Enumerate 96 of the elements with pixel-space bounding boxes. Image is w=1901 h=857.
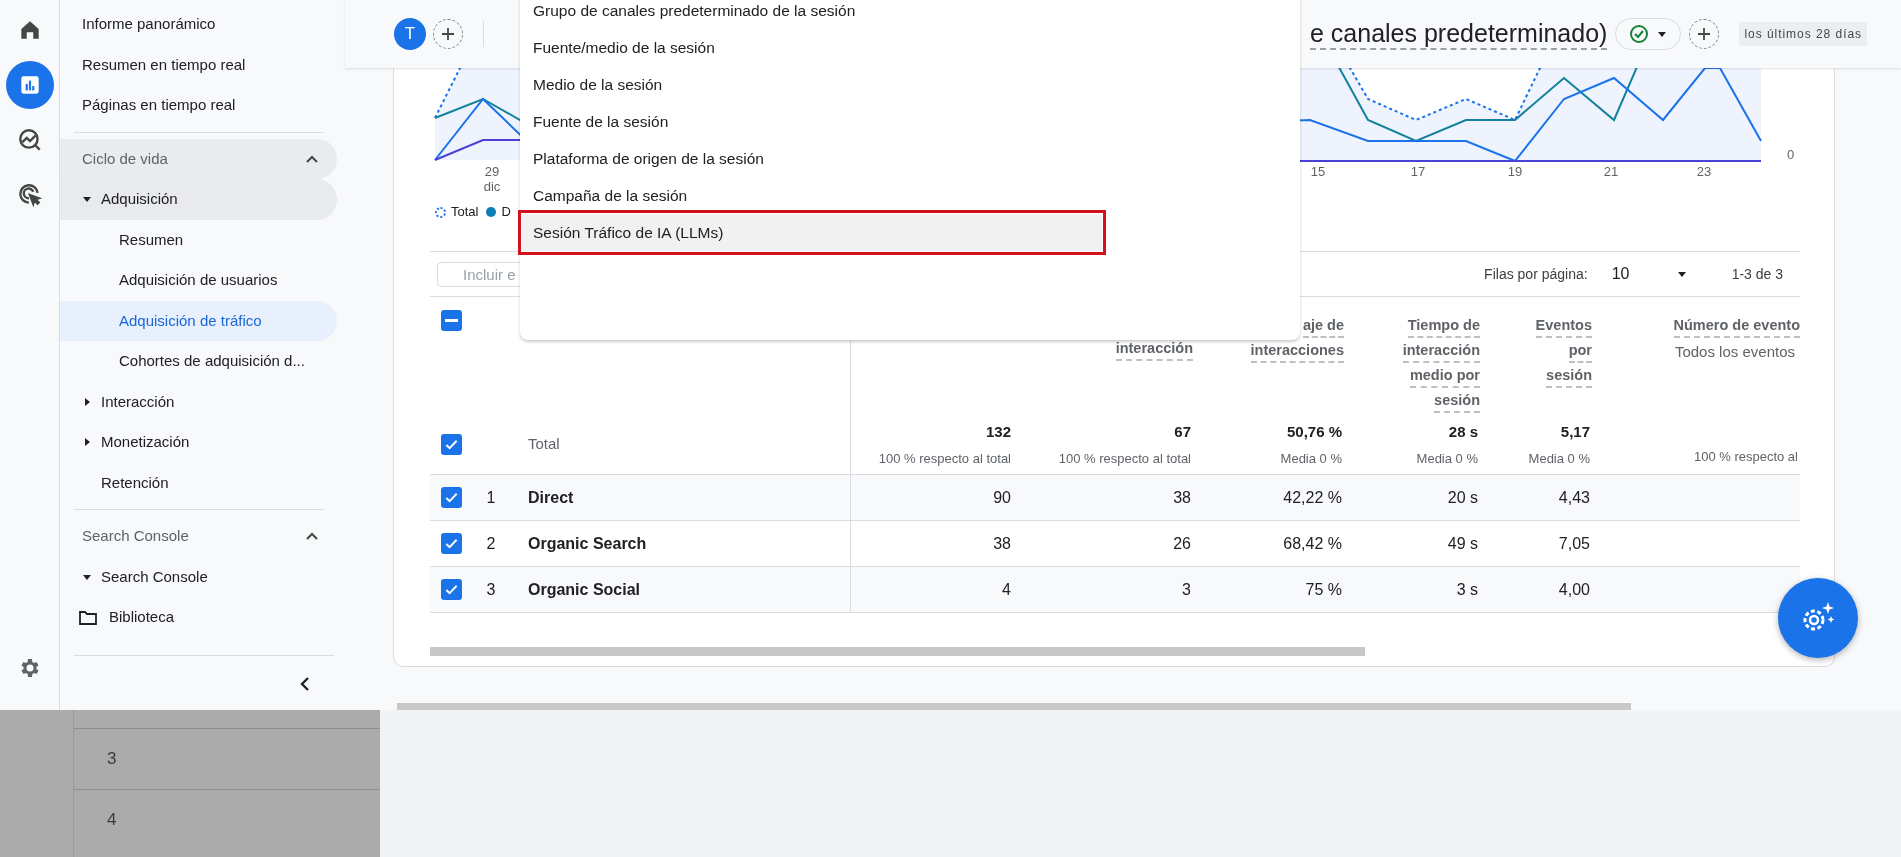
status-menu-button[interactable] xyxy=(1615,18,1682,50)
axis-label: 0 xyxy=(1787,145,1795,164)
folder-icon xyxy=(79,609,97,625)
table-cell-text: 3 s xyxy=(1456,579,1478,600)
table-cell-text: 38 xyxy=(993,533,1011,554)
dropdown-option[interactable]: Campaña de la sesión xyxy=(522,177,1102,214)
target-cursor-icon xyxy=(16,182,43,208)
table-cell-text: 49 s xyxy=(1447,533,1478,554)
column-header[interactable]: Tiempo de interacción medio por sesión xyxy=(1402,315,1480,415)
total-label: Total xyxy=(528,434,560,455)
table-cell-text: 75 % xyxy=(1305,579,1342,600)
nav-item[interactable]: Adquisición de usuarios xyxy=(60,260,337,301)
nav-item[interactable]: Retención xyxy=(60,462,337,503)
axis-label: 29 xyxy=(484,164,500,179)
table-cell-text: 4 xyxy=(1002,579,1011,600)
nav-item[interactable]: Search Console xyxy=(60,556,337,597)
total-share: 100 % respecto al total xyxy=(878,450,1011,468)
nav-item[interactable]: Adquisición de tráfico xyxy=(60,300,337,341)
collapse-chevron-icon[interactable] xyxy=(299,675,311,692)
table-cell-text: 90 xyxy=(993,487,1011,508)
nav-section-header[interactable]: Ciclo de vida xyxy=(60,138,337,179)
total-value: 67 xyxy=(1174,421,1191,442)
total-share: 100 % respecto al total xyxy=(1058,450,1191,468)
rows-per-page-select[interactable]: 10 xyxy=(1611,262,1687,286)
axis-label: 15 xyxy=(1310,164,1326,179)
check-circle-icon xyxy=(1629,24,1650,44)
rows-per-page-label: Filas por página: xyxy=(1484,264,1588,284)
axis-label: 19 xyxy=(1507,164,1523,179)
plus-icon xyxy=(1697,27,1712,41)
channel-name: Organic Search xyxy=(528,533,647,554)
horizontal-scrollbar[interactable] xyxy=(430,647,1365,656)
chevron-icon[interactable] xyxy=(305,531,319,542)
checkbox[interactable] xyxy=(440,579,462,600)
table-cell-text: 4,43 xyxy=(1558,487,1590,508)
nav-item[interactable]: Cohortes de adquisición d... xyxy=(60,341,337,382)
column-subtitle: Todos los eventos xyxy=(1674,342,1796,362)
total-value: 5,17 xyxy=(1560,421,1590,442)
dropdown-option[interactable]: Grupo de canales predeterminado de la sesión xyxy=(522,0,1102,29)
checkbox[interactable] xyxy=(440,434,462,455)
checkbox[interactable] xyxy=(440,487,462,508)
table-cell-text: 20 s xyxy=(1447,487,1478,508)
report-title: e canales predeterminado) xyxy=(1310,18,1608,50)
column-header[interactable]: Número de evento xyxy=(1673,315,1800,340)
chevron-icon[interactable] xyxy=(305,153,319,164)
dropdown-option[interactable]: Fuente/medio de la sesión xyxy=(522,29,1102,66)
channel-name: Direct xyxy=(528,487,574,508)
nav-link[interactable]: Páginas en tiempo real xyxy=(60,85,337,126)
row-index: 1 xyxy=(486,487,496,508)
page-range: 1-3 de 3 xyxy=(1731,264,1783,284)
nav-item[interactable]: Biblioteca xyxy=(60,597,337,638)
axis-label: 21 xyxy=(1603,164,1619,179)
total-share: Media 0 % xyxy=(1528,450,1590,468)
axis-label: 23 xyxy=(1696,164,1712,179)
checkbox[interactable] xyxy=(440,310,462,331)
dropdown-option[interactable]: Plataforma de origen de la sesión xyxy=(522,140,1102,177)
nav-link[interactable]: Informe panorámico xyxy=(60,4,337,45)
table-cell-text: 68,42 % xyxy=(1283,533,1342,554)
avatar[interactable]: T xyxy=(394,18,426,50)
plus-icon xyxy=(441,27,455,41)
table-cell-text: 7,05 xyxy=(1558,533,1590,554)
checkbox[interactable] xyxy=(440,533,462,554)
nav-item[interactable]: Adquisición xyxy=(60,179,337,220)
dropdown-option[interactable]: Fuente de la sesión xyxy=(522,103,1102,140)
total-value: 132 xyxy=(985,421,1011,442)
row-index: 3 xyxy=(486,579,496,600)
nav-section-header[interactable]: Search Console xyxy=(60,516,337,557)
nav-item[interactable]: Interacción xyxy=(60,381,337,422)
nav-item[interactable]: Resumen xyxy=(60,219,337,260)
dropdown-option[interactable]: Medio de la sesión xyxy=(522,66,1102,103)
row-index: 2 xyxy=(486,533,496,554)
total-value: 28 s xyxy=(1448,421,1478,442)
total-value: 50,76 % xyxy=(1286,421,1342,442)
table-cell-text: 38 xyxy=(1173,487,1191,508)
total-share: Media 0 % xyxy=(1416,450,1478,468)
table-cell-text: 42,22 % xyxy=(1283,487,1342,508)
axis-label: 17 xyxy=(1410,164,1426,179)
sheet-row-number: 4 xyxy=(107,809,117,832)
caret-icon xyxy=(1657,29,1668,39)
legend-label: D xyxy=(501,203,511,222)
date-range-chip[interactable]: los últimos 28 días xyxy=(1739,22,1868,46)
total-share: 100 % respecto al xyxy=(1693,447,1798,466)
sheet-row-number: 3 xyxy=(107,748,117,771)
table-cell-text: 3 xyxy=(1182,579,1191,600)
reports-tab[interactable] xyxy=(5,61,54,109)
caret-icon xyxy=(1676,269,1687,279)
table-cell-text: 4,00 xyxy=(1558,579,1590,600)
channel-name: Organic Social xyxy=(528,579,641,600)
axis-label: dic xyxy=(483,179,501,194)
trend-magnifier-icon xyxy=(16,127,43,153)
nav-item[interactable]: Monetización xyxy=(60,422,337,463)
nav-link[interactable]: Resumen en tiempo real xyxy=(60,44,337,85)
column-header[interactable]: Eventos por sesión xyxy=(1535,315,1592,390)
page-scrollbar[interactable] xyxy=(397,703,1631,710)
table-cell-text: 26 xyxy=(1173,533,1191,554)
total-share: Media 0 % xyxy=(1280,450,1342,468)
legend-label: Total xyxy=(451,203,479,222)
